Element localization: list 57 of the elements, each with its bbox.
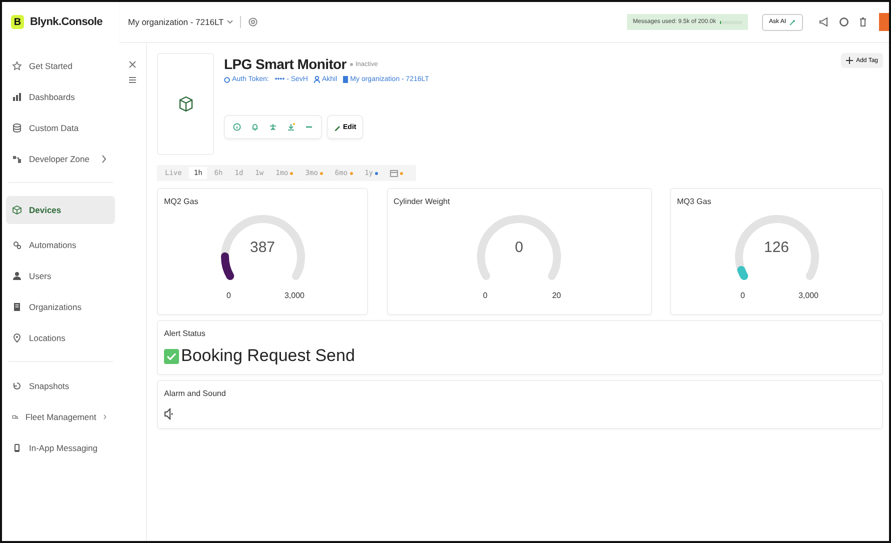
sidebar-item[interactable]: Dashboards: [6, 86, 115, 107]
sidebar-item[interactable]: Organizations: [6, 296, 115, 317]
person-icon: [12, 270, 22, 280]
chevron-right-icon: [103, 412, 107, 422]
calendar-icon: [390, 169, 398, 177]
widget-title: Alarm and Sound: [164, 389, 226, 398]
sidebar-item[interactable]: Developer Zone: [6, 148, 115, 169]
gauge-min: 0: [226, 291, 231, 300]
cube-icon: [178, 96, 192, 112]
sidebar-item[interactable]: Get Started: [6, 55, 115, 76]
download-button[interactable]: [287, 123, 295, 131]
info-icon: [233, 123, 241, 131]
checkbox-check-icon: [164, 348, 179, 364]
cube-icon: [12, 205, 22, 215]
person-icon: [314, 76, 320, 83]
bar-chart-icon: [12, 92, 22, 102]
app-name: Blynk.Console: [30, 16, 103, 28]
info-button[interactable]: [233, 123, 241, 131]
gauge-min: 0: [483, 291, 488, 300]
gauge-min: 0: [740, 291, 745, 300]
sidebar-item[interactable]: Custom Data: [6, 117, 115, 138]
location-pin-icon: [12, 332, 22, 342]
history-icon: [12, 380, 22, 390]
gauge-value: 0: [514, 239, 524, 256]
edit-icon: [334, 124, 341, 130]
sidebar-item[interactable]: Locations: [6, 327, 115, 348]
widget-title: Alert Status: [164, 329, 206, 338]
speaker-icon: [164, 408, 174, 420]
organization-dropdown[interactable]: My organization - 7216LT: [128, 17, 233, 27]
sidebar-item[interactable]: Users: [6, 265, 115, 286]
logo: B: [11, 15, 24, 29]
menu-icon: [129, 77, 136, 83]
sidebar-item[interactable]: Fleet Management: [6, 406, 115, 427]
widget-title: Cylinder Weight: [394, 197, 450, 206]
widget-title: MQ2 Gas: [164, 197, 198, 206]
database-icon: [12, 122, 22, 132]
sidebar-item[interactable]: Snapshots: [6, 375, 115, 396]
device-name: LPG Smart Monitor: [224, 56, 346, 72]
sidebar-item[interactable]: Devices: [6, 196, 115, 224]
bell-button[interactable]: [251, 123, 259, 131]
close-icon: [129, 61, 136, 68]
phone-icon: [12, 442, 22, 452]
chevron-down-icon: [226, 20, 233, 24]
widget-title: MQ3 Gas: [677, 197, 712, 206]
gauge-max: 3,000: [284, 291, 304, 300]
star-icon: [12, 60, 22, 70]
gauge-max: 20: [552, 291, 561, 300]
status-text: Booking Request Send: [181, 346, 355, 366]
bell-icon: [251, 123, 259, 131]
sidebar-item[interactable]: Automations: [6, 234, 115, 255]
chevron-right-icon: [101, 154, 107, 164]
gauge-max: 3,000: [798, 291, 818, 300]
sidebar-item[interactable]: In-App Messaging: [6, 437, 115, 458]
megaphone-icon: [819, 17, 829, 27]
trash-icon: [859, 17, 867, 27]
download-icon: [287, 123, 295, 131]
plus-icon: [846, 57, 854, 64]
